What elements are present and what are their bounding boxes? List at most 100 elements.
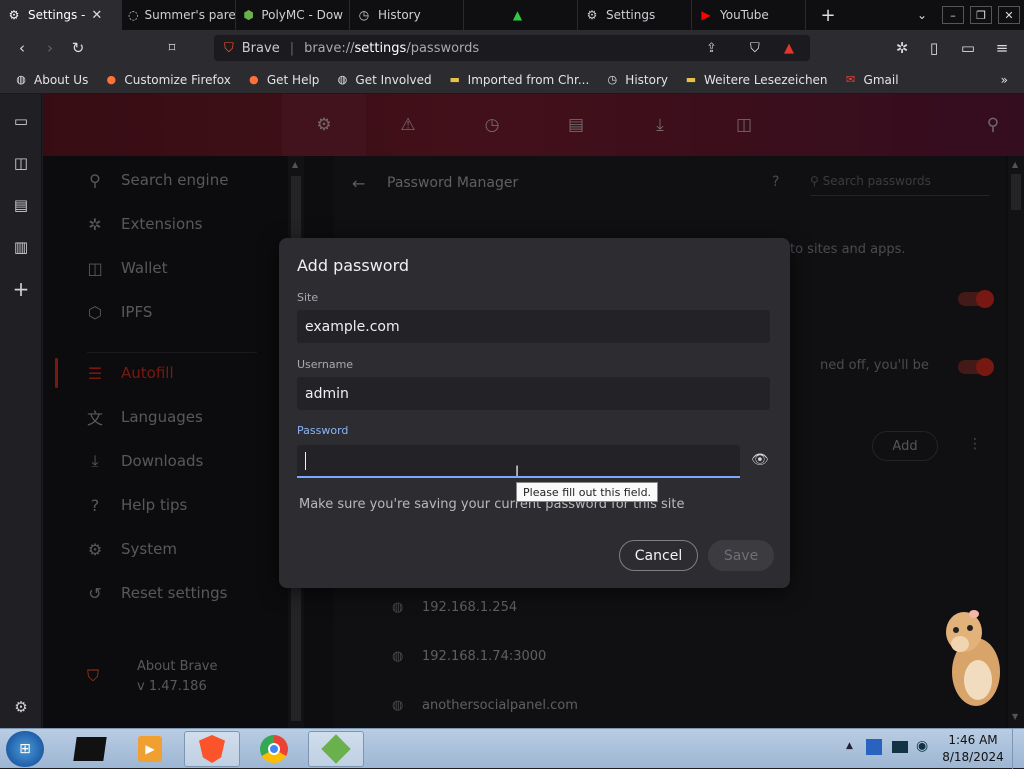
tab-label: Settings (606, 8, 656, 22)
sidebar-toggle-icon[interactable]: ▯ (920, 34, 948, 62)
forward-button[interactable]: › (36, 34, 64, 62)
validation-tooltip: Please fill out this field. (516, 482, 659, 502)
tab-label: Summer's pare (144, 8, 236, 22)
bookmark-item[interactable]: ◍ Get Involved (327, 66, 439, 94)
more-bookmarks-chevron-icon[interactable]: » (993, 66, 1016, 94)
history-icon: ◷ (607, 73, 618, 86)
taskbar-app-polymc[interactable] (308, 731, 364, 767)
minimize-button[interactable]: – (942, 6, 964, 24)
tray-expand-icon[interactable]: ▲ (846, 741, 853, 751)
close-icon[interactable]: ✕ (91, 8, 102, 23)
windows-taskbar: ⊞ ▶ ▲ ◉ 1:46 AM 8/18/2024 (0, 728, 1024, 769)
back-button[interactable]: ‹ (8, 34, 36, 62)
bookmark-item[interactable]: ● Get Help (239, 66, 328, 94)
tray-display-icon[interactable] (892, 741, 908, 753)
bookmark-item[interactable]: ◍ About Us (6, 66, 96, 94)
new-tab-button[interactable]: + (814, 1, 842, 29)
url-separator: | (289, 40, 295, 56)
show-password-eye-icon[interactable]: 👁 (751, 452, 769, 468)
url-prefix: brave:// (304, 40, 355, 56)
tab-label: Settings - (28, 8, 86, 22)
save-button[interactable]: Save (708, 540, 774, 571)
taskbar-app-chrome[interactable] (246, 731, 302, 767)
history-icon: ◷ (358, 8, 370, 22)
tab-summers[interactable]: ◌ Summer's pare (122, 0, 236, 30)
cancel-button[interactable]: Cancel (619, 540, 698, 571)
brave-lion-icon[interactable]: ⛉ (750, 41, 760, 56)
page-icon: ◌ (128, 8, 139, 22)
clock-date[interactable]: 8/18/2024 (940, 750, 1006, 764)
tab-list-chevron-icon[interactable]: ⌄ (908, 1, 936, 29)
site-input[interactable]: example.com (297, 310, 770, 343)
gmail-icon: ✉ (845, 73, 856, 86)
firefox-icon: ● (249, 73, 259, 86)
add-password-dialog: Add password Site example.com Username a… (279, 238, 790, 588)
username-label: Username (297, 358, 354, 371)
text-cursor (305, 452, 306, 470)
media-player-icon: ▶ (138, 736, 162, 762)
dialog-title: Add password (297, 256, 410, 275)
share-icon[interactable]: ⇪ (706, 41, 717, 56)
tab-settings-2[interactable]: ⚙ Settings (578, 0, 692, 30)
bookmark-label: Gmail (863, 72, 899, 87)
rewards-triangle-icon[interactable]: ▲ (784, 41, 794, 56)
bookmark-item[interactable]: ✉ Gmail (836, 66, 907, 94)
bookmark-label: About Us (34, 72, 89, 87)
folder-icon: ▬ (685, 73, 697, 86)
bookmark-folder[interactable]: ▬ Weitere Lesezeichen (676, 66, 836, 94)
start-button[interactable]: ⊞ (6, 731, 44, 767)
gear-icon: ⚙ (586, 8, 598, 22)
bookmark-label: Get Help (266, 72, 320, 87)
brave-icon (199, 735, 225, 763)
chrome-icon (260, 735, 288, 763)
hamster-sticker (942, 602, 1004, 710)
tab-settings-active[interactable]: ⚙ Settings - ✕ (0, 0, 122, 30)
bookmark-label: Imported from Chr... (467, 72, 590, 87)
tab-history[interactable]: ◷ History (350, 0, 464, 30)
reload-button[interactable]: ↻ (64, 34, 92, 62)
password-label: Password (297, 424, 349, 437)
tab-polymc[interactable]: ⬢ PolyMC - Dow (236, 0, 350, 30)
video-call-icon[interactable]: ▭ (0, 100, 42, 142)
url-suffix: /passwords (406, 40, 480, 56)
close-window-button[interactable]: ✕ (998, 6, 1020, 24)
site-label: Site (297, 291, 319, 304)
gear-icon: ⚙ (8, 8, 20, 22)
bookmark-item[interactable]: ◷ History (597, 66, 676, 94)
tray-network-icon[interactable] (866, 739, 882, 755)
globe-icon: ◍ (16, 73, 26, 86)
taskbar-app-brave[interactable] (184, 731, 240, 767)
bookmark-folder[interactable]: ▬ Imported from Chr... (440, 66, 598, 94)
menu-icon[interactable]: ≡ (988, 34, 1016, 62)
add-icon[interactable]: + (0, 268, 42, 310)
wallet-icon[interactable]: ▭ (954, 34, 982, 62)
bookmark-item[interactable]: ● Customize Firefox (96, 66, 239, 94)
clock-time[interactable]: 1:46 AM (940, 733, 1006, 747)
sidebar-settings-icon[interactable]: ⚙ (0, 686, 42, 728)
polymc-icon: ⬢ (243, 8, 254, 22)
extensions-icon[interactable]: ✲ (888, 34, 916, 62)
tab-label: PolyMC - Dow (261, 8, 343, 22)
tray-volume-icon[interactable]: ◉ (916, 738, 928, 754)
address-bar[interactable]: ⛉ Brave | brave://settings/passwords ⇪ ⛉… (214, 35, 810, 61)
tab-leaf[interactable]: ▲ (464, 0, 578, 30)
bookmarks-icon[interactable]: ▤ (0, 184, 42, 226)
bookmark-label: Weitere Lesezeichen (704, 72, 828, 87)
terminal-icon (73, 737, 107, 761)
firefox-icon: ● (106, 73, 117, 86)
youtube-icon: ▶ (701, 8, 711, 22)
tab-youtube[interactable]: ▶ YouTube (692, 0, 806, 30)
tab-strip: ⚙ Settings - ✕ ◌ Summer's pare ⬢ PolyMC … (0, 0, 1024, 30)
brave-leaf-icon: ▲ (512, 8, 523, 22)
bookmark-icon[interactable]: ⌑ (158, 34, 186, 62)
maximize-button[interactable]: ❐ (970, 6, 992, 24)
taskbar-app-terminal[interactable] (62, 731, 118, 767)
wallet-icon[interactable]: ◫ (0, 142, 42, 184)
username-input[interactable]: admin (297, 377, 770, 410)
bookmark-label: Customize Firefox (124, 72, 231, 87)
bookmark-label: Get Involved (355, 72, 432, 87)
show-desktop-button[interactable] (1012, 729, 1024, 769)
reading-list-icon[interactable]: ▥ (0, 226, 42, 268)
bookmarks-bar: ◍ About Us ● Customize Firefox ● Get Help ◍… (0, 66, 1024, 94)
taskbar-app-media[interactable]: ▶ (122, 731, 178, 767)
